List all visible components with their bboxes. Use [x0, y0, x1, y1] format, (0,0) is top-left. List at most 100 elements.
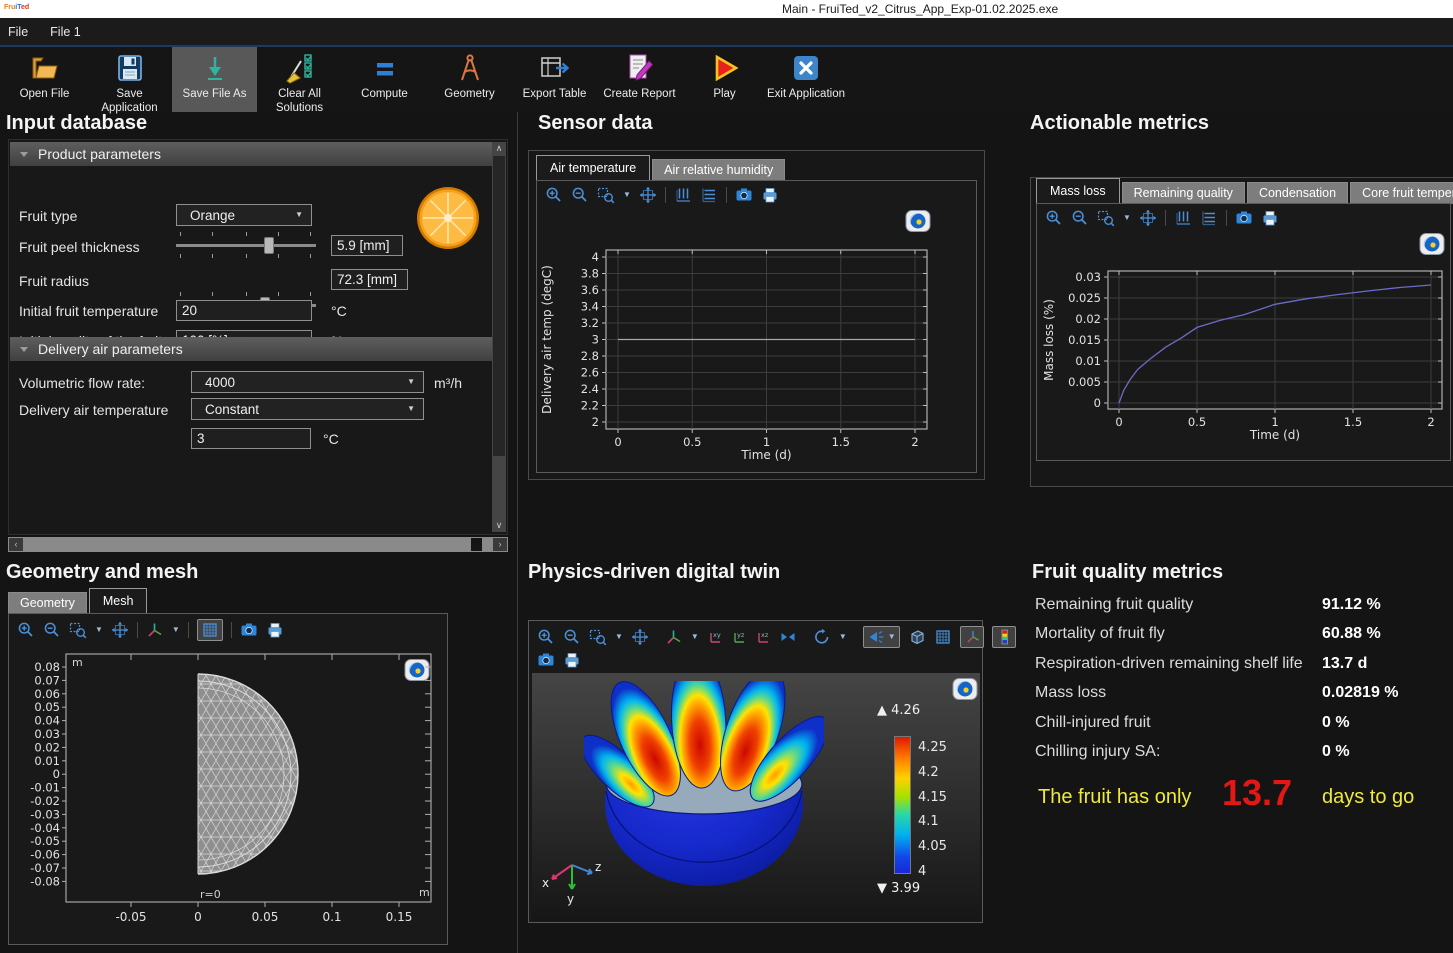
fit-icon[interactable] — [1139, 209, 1157, 227]
zoom-box-icon[interactable] — [589, 628, 607, 646]
geometry-button[interactable]: Geometry — [427, 47, 512, 112]
digital-twin-render-area[interactable]: ▲ 4.26 4.254.24.154.14.054 ▼ 3.99 — [532, 673, 980, 921]
zoom-box-icon[interactable] — [1097, 209, 1115, 227]
zoom-box-icon[interactable] — [69, 621, 87, 639]
light-icon[interactable] — [867, 628, 885, 646]
create-report-button[interactable]: Create Report — [597, 47, 682, 112]
x-grid-icon[interactable] — [1174, 209, 1192, 227]
mirror-icon[interactable] — [779, 628, 797, 646]
scrollbar-thumb[interactable] — [471, 538, 482, 551]
chevron-down-icon[interactable]: ▼ — [623, 191, 631, 199]
zoom-out-icon[interactable] — [43, 621, 61, 639]
tab-remaining-quality[interactable]: Remaining quality — [1122, 182, 1245, 204]
initial-fruit-temperature-input[interactable]: 20 — [176, 300, 312, 321]
tab-geometry[interactable]: Geometry — [8, 592, 87, 614]
print-icon[interactable] — [1261, 209, 1279, 227]
svg-text:0.06: 0.06 — [34, 687, 60, 701]
fit-icon[interactable] — [111, 621, 129, 639]
grid-icon[interactable] — [934, 628, 952, 646]
open-file-button[interactable]: Open File — [2, 47, 87, 112]
scroll-down-icon[interactable]: ∨ — [492, 519, 506, 532]
scroll-right-icon[interactable]: › — [493, 538, 507, 551]
x-grid-icon[interactable] — [674, 186, 692, 204]
chevron-down-icon[interactable]: ▼ — [888, 633, 896, 641]
delivery-air-temperature-value-input[interactable]: 3 — [191, 428, 311, 449]
scroll-up-icon[interactable]: ∧ — [492, 142, 506, 155]
camera-icon[interactable] — [537, 651, 555, 669]
camera-icon[interactable] — [735, 186, 753, 204]
chevron-down-icon[interactable]: ▼ — [839, 633, 847, 641]
exit-application-button[interactable]: Exit Application — [767, 47, 845, 112]
chevron-down-icon[interactable]: ▼ — [615, 633, 623, 641]
chevron-down-icon: ▼ — [295, 211, 303, 219]
view-yz-icon[interactable]: yz — [731, 628, 747, 646]
fruit-peel-thickness-slider[interactable] — [176, 232, 316, 258]
clear-all-solutions-button[interactable]: Clear All Solutions — [257, 47, 342, 112]
colorbar-icon[interactable] — [996, 628, 1012, 646]
menu-file-1[interactable]: File 1 — [50, 25, 81, 39]
zoom-in-icon[interactable] — [545, 186, 563, 204]
small-triad-button[interactable] — [960, 626, 984, 648]
fruit-type-select[interactable]: Orange ▼ — [176, 204, 312, 226]
chevron-down-icon[interactable]: ▼ — [172, 626, 180, 634]
zoom-in-icon[interactable] — [1045, 209, 1063, 227]
zoom-in-icon[interactable] — [17, 621, 35, 639]
play-button[interactable]: Play — [682, 47, 767, 112]
zoom-out-icon[interactable] — [1071, 209, 1089, 227]
camera-icon[interactable] — [1235, 209, 1253, 227]
compute-button[interactable]: Compute — [342, 47, 427, 112]
fit-icon[interactable] — [639, 186, 657, 204]
chevron-down-icon[interactable]: ▼ — [691, 633, 699, 641]
fruit-radius-value[interactable]: 72.3 [mm] — [331, 269, 408, 290]
tab-mesh[interactable]: Mesh — [89, 588, 148, 614]
vertical-scrollbar[interactable]: ∧ ∨ — [492, 142, 506, 532]
y-grid-icon[interactable] — [1200, 209, 1218, 227]
horizontal-scrollbar[interactable]: ‹ › — [8, 537, 508, 552]
rotate-icon[interactable] — [813, 628, 831, 646]
fruit-radius-label: Fruit radius — [19, 273, 89, 289]
tab-core-fruit-temperature[interactable]: Core fruit temperature — [1350, 182, 1453, 204]
zoom-box-icon[interactable] — [597, 186, 615, 204]
delivery-air-parameters-header[interactable]: Delivery air parameters — [10, 337, 493, 361]
triad-icon[interactable] — [146, 621, 164, 639]
tab-mass-loss[interactable]: Mass loss — [1036, 178, 1120, 204]
scroll-left-icon[interactable]: ‹ — [9, 538, 23, 551]
cube-icon[interactable] — [908, 628, 926, 646]
save-application-button[interactable]: Save Application — [87, 47, 172, 112]
camera-icon[interactable] — [240, 621, 258, 639]
delivery-air-temperature-select[interactable]: Constant▼ — [191, 398, 424, 420]
light-button[interactable]: ▼ — [863, 626, 900, 648]
print-icon[interactable] — [563, 651, 581, 669]
view-xz-icon[interactable]: xz — [755, 628, 771, 646]
small-triad-icon[interactable] — [964, 628, 980, 646]
svg-text:-0.02: -0.02 — [30, 794, 60, 808]
y-grid-icon[interactable] — [700, 186, 718, 204]
menu-file[interactable]: File — [8, 25, 28, 39]
chevron-down-icon[interactable]: ▼ — [95, 626, 103, 634]
fruit-peel-thickness-value[interactable]: 5.9 [mm] — [331, 235, 403, 256]
triad-icon[interactable] — [665, 628, 683, 646]
zoom-out-icon[interactable] — [563, 628, 581, 646]
toolbar-button-label: Open File — [20, 87, 70, 101]
svg-text:yz: yz — [737, 631, 745, 639]
print-icon[interactable] — [761, 186, 779, 204]
tab-condensation[interactable]: Condensation — [1247, 182, 1348, 204]
volumetric-flow-rate-select[interactable]: 4000▼ — [191, 371, 424, 393]
export-table-button[interactable]: Export Table — [512, 47, 597, 112]
chevron-down-icon[interactable]: ▼ — [1123, 214, 1131, 222]
grid-icon[interactable] — [201, 621, 219, 639]
zoom-in-icon[interactable] — [537, 628, 555, 646]
colorbar-button[interactable] — [992, 626, 1016, 648]
tab-air-relative-humidity[interactable]: Air relative humidity — [652, 159, 785, 181]
colorbar-tick-label: 4.2 — [918, 765, 939, 780]
slider-thumb[interactable] — [264, 237, 274, 254]
print-icon[interactable] — [266, 621, 284, 639]
product-parameters-header[interactable]: Product parameters — [10, 142, 493, 166]
tab-air-temperature[interactable]: Air temperature — [536, 155, 650, 181]
save-file-as-button[interactable]: Save File As — [172, 47, 257, 112]
fit-icon[interactable] — [631, 628, 649, 646]
zoom-out-icon[interactable] — [571, 186, 589, 204]
scrollbar-thumb[interactable] — [493, 156, 505, 456]
view-xy-icon[interactable]: xy — [707, 628, 723, 646]
grid-button[interactable] — [197, 619, 223, 641]
